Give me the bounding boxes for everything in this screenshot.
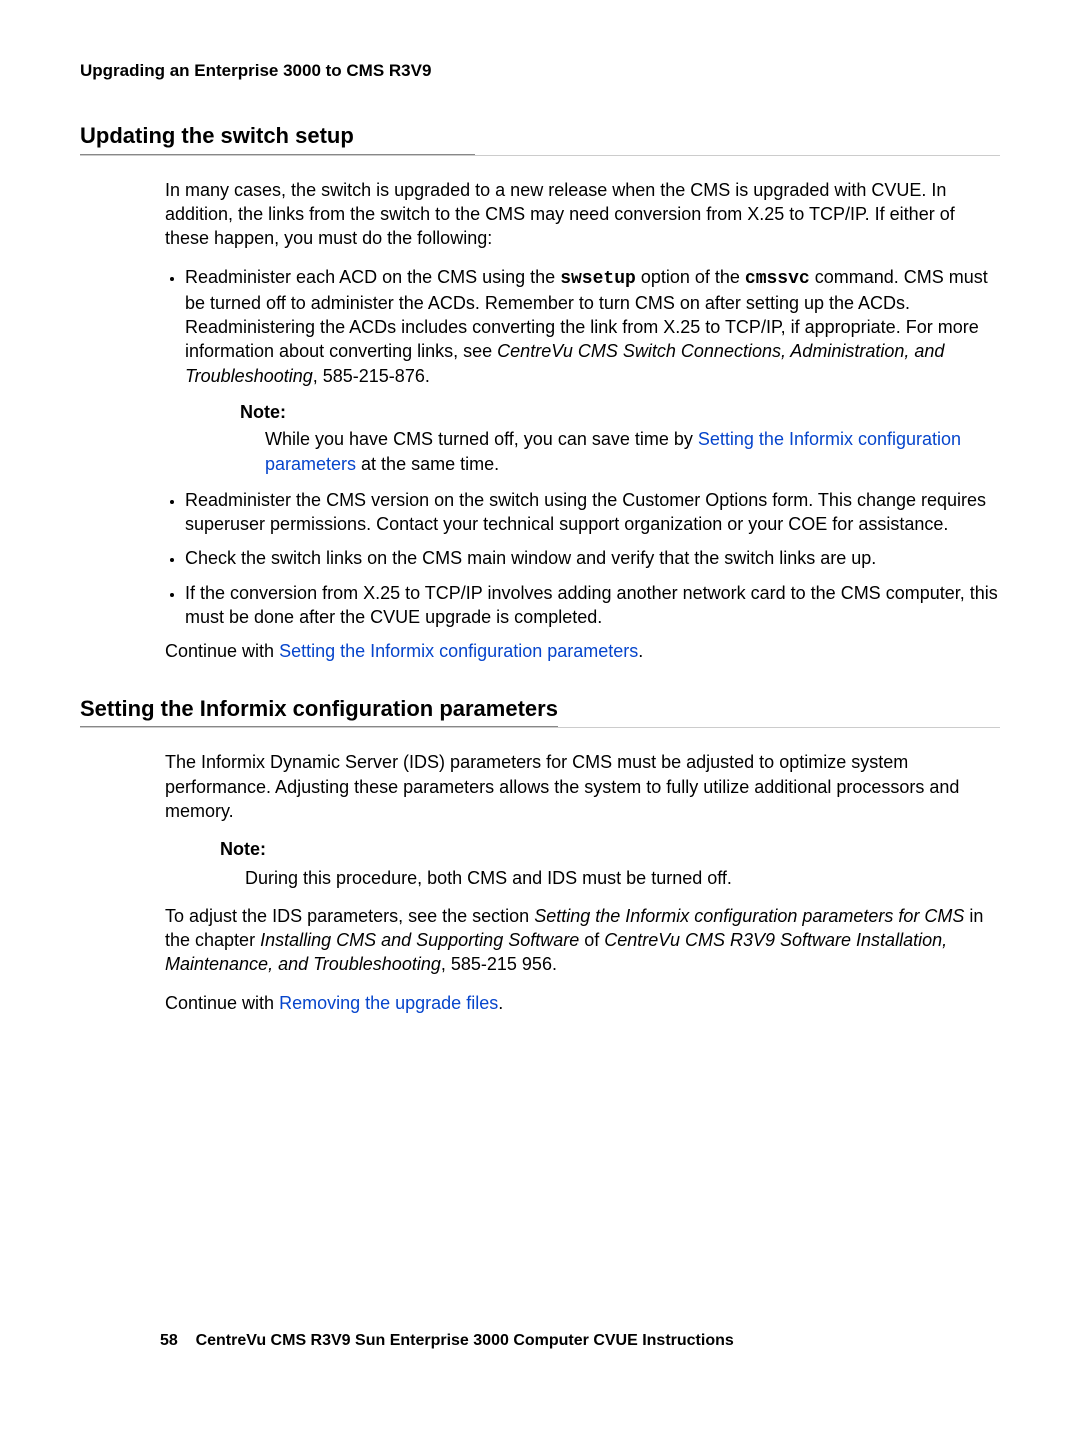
t: , 585-215 956. [441, 954, 557, 974]
t: of [579, 930, 604, 950]
code-cmssvc: cmssvc [745, 269, 810, 289]
page-footer: 58 CentreVu CMS R3V9 Sun Enterprise 3000… [160, 1330, 734, 1352]
t: . [498, 993, 503, 1013]
section-heading-1: Updating the switch setup [80, 121, 475, 155]
section2-intro: The Informix Dynamic Server (IDS) parame… [165, 750, 1000, 823]
code-swsetup: swsetup [560, 269, 636, 289]
doc-section-title: Setting the Informix configuration param… [534, 906, 964, 926]
t: Readminister each ACD on the CMS using t… [185, 267, 560, 287]
t: Continue with [165, 641, 279, 661]
note-label: Note: [240, 400, 1000, 424]
link-informix-params-2[interactable]: Setting the Informix configuration param… [279, 641, 638, 661]
section-heading-2: Setting the Informix configuration param… [80, 694, 558, 728]
bullet-item-3: Check the switch links on the CMS main w… [185, 546, 1000, 570]
bullet-item-1: Readminister each ACD on the CMS using t… [185, 265, 1000, 476]
link-removing-files[interactable]: Removing the upgrade files [279, 993, 498, 1013]
bullet-item-4: If the conversion from X.25 to TCP/IP in… [185, 581, 1000, 630]
t: option of the [636, 267, 745, 287]
note-label-2: Note: [220, 837, 1000, 861]
t: , 585-215-876. [313, 366, 430, 386]
t: . [638, 641, 643, 661]
page-number: 58 [160, 1332, 178, 1349]
continue-2: Continue with Removing the upgrade files… [165, 991, 1000, 1015]
bullet-item-2: Readminister the CMS version on the swit… [185, 488, 1000, 537]
t: While you have CMS turned off, you can s… [265, 429, 698, 449]
chapter-header: Upgrading an Enterprise 3000 to CMS R3V9 [80, 60, 1000, 83]
t: Continue with [165, 993, 279, 1013]
t: at the same time. [356, 454, 499, 474]
note-text: While you have CMS turned off, you can s… [265, 427, 1000, 476]
footer-title: CentreVu CMS R3V9 Sun Enterprise 3000 Co… [196, 1332, 734, 1349]
section1-intro: In many cases, the switch is upgraded to… [165, 178, 1000, 251]
chapter-title: Installing CMS and Supporting Software [260, 930, 579, 950]
section2-para: To adjust the IDS parameters, see the se… [165, 904, 1000, 977]
note-text-2: During this procedure, both CMS and IDS … [245, 866, 1000, 890]
t: To adjust the IDS parameters, see the se… [165, 906, 534, 926]
continue-1: Continue with Setting the Informix confi… [165, 639, 1000, 663]
